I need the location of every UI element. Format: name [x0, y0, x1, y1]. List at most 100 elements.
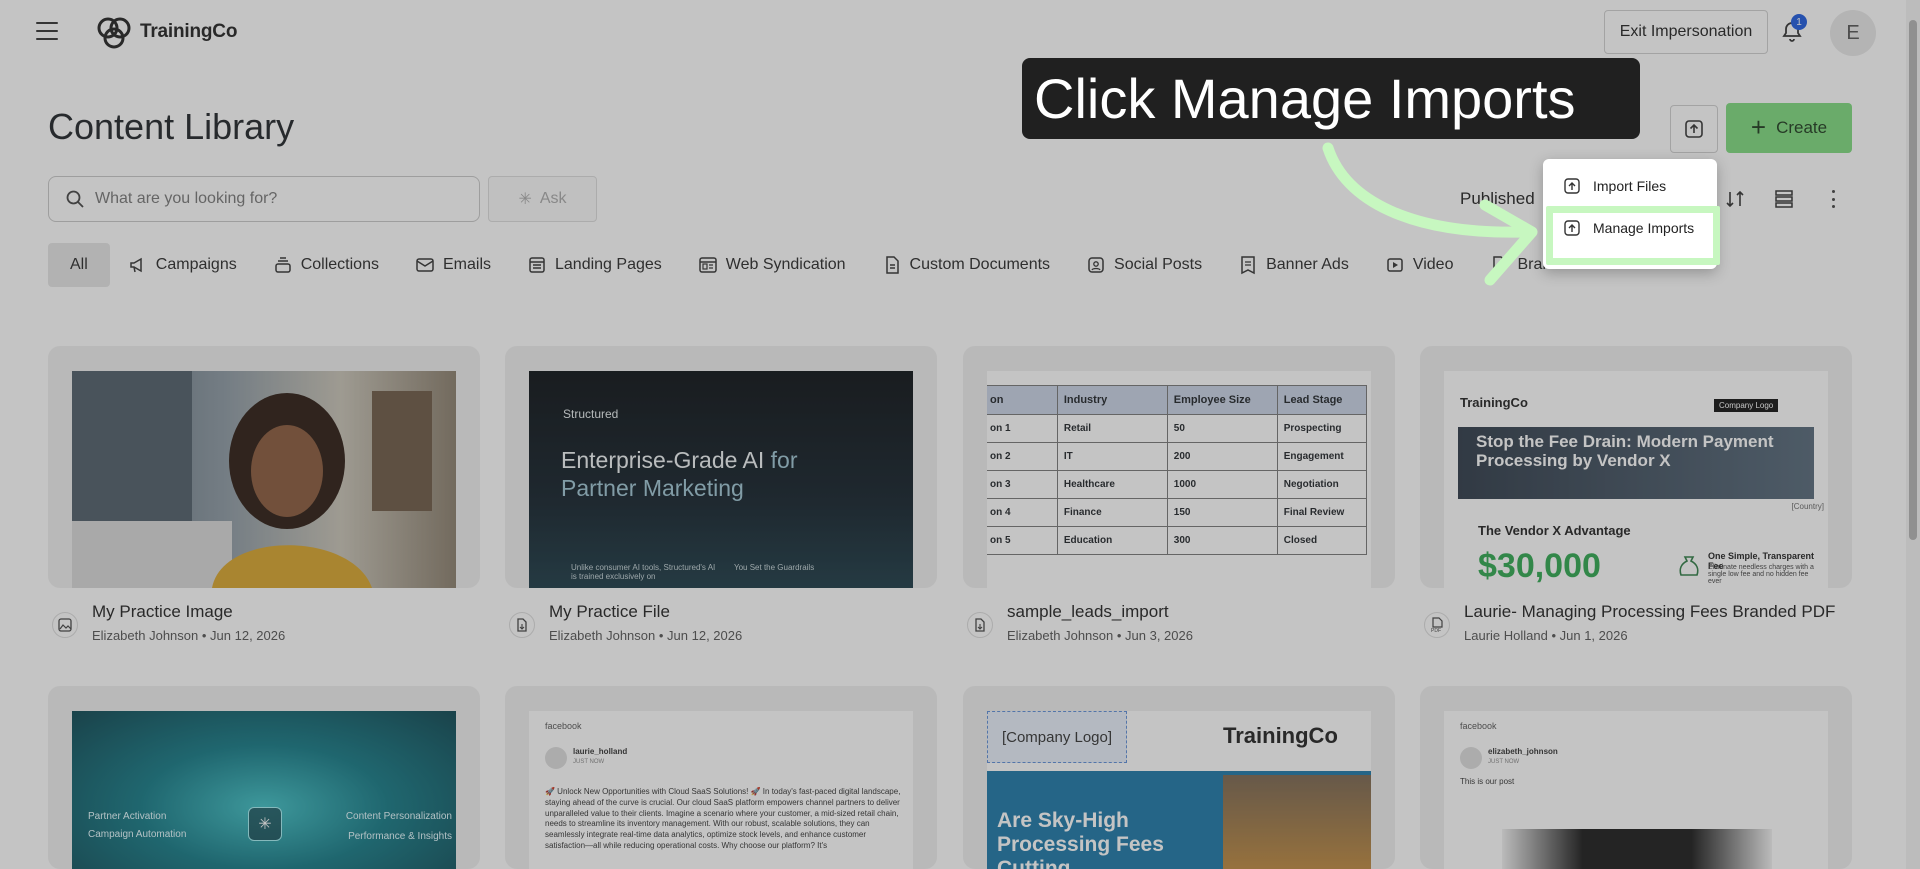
card-subtitle: Elizabeth Johnson • Jun 3, 2026 — [1007, 628, 1193, 643]
tab-label: Collections — [300, 256, 379, 273]
thumb-logo-box: [Company Logo] — [987, 711, 1127, 763]
ask-button[interactable]: ✳ Ask — [488, 176, 597, 222]
content-card[interactable]: facebook laurie_holland JUST NOW 🚀 Unloc… — [505, 686, 937, 869]
avatar — [545, 747, 567, 769]
banner-icon — [1241, 256, 1255, 275]
sparkle-icon: ✳ — [248, 807, 282, 841]
money-bag-icon — [1674, 551, 1704, 581]
brand-logo[interactable]: TrainingCo — [94, 12, 237, 52]
page-title: Content Library — [48, 106, 295, 147]
sort-icon[interactable] — [1724, 188, 1746, 210]
thumb-price: $30,000 — [1478, 547, 1601, 585]
plus-icon: + — [1750, 111, 1767, 142]
search-icon — [66, 190, 84, 208]
table-cell: 150 — [1166, 498, 1278, 527]
table-cell: Retail — [1056, 414, 1168, 443]
search-input[interactable]: What are you looking for? — [48, 176, 480, 222]
table-header-cell: Lead Stage — [1276, 385, 1368, 415]
menu-icon[interactable] — [36, 22, 58, 40]
content-card[interactable]: My Practice Image Elizabeth Johnson • Ju… — [48, 346, 480, 652]
tab-all[interactable]: All — [48, 243, 110, 287]
card-title[interactable]: My Practice Image — [92, 602, 233, 622]
tab-label: Web Syndication — [725, 256, 846, 273]
table-cell: 200 — [1166, 442, 1278, 471]
card-thumbnail: on Industry Employee Size Lead Stage on 1 Re… — [963, 346, 1395, 588]
tab-emails[interactable]: Emails — [397, 243, 509, 287]
exit-impersonation-button[interactable]: Exit Impersonation — [1604, 10, 1768, 54]
brand-name: TrainingCo — [140, 21, 238, 42]
card-subtitle: Elizabeth Johnson • Jun 12, 2026 — [549, 628, 743, 643]
content-card[interactable]: facebook elizabeth_johnson JUST NOW This… — [1420, 686, 1852, 869]
card-thumbnail — [48, 346, 480, 588]
table-cell: on 1 — [987, 414, 1058, 443]
card-title[interactable]: Laurie- Managing Processing Fees Branded… — [1464, 602, 1835, 622]
thumb-when: JUST NOW — [573, 759, 605, 765]
social-icon — [1088, 257, 1104, 273]
tab-label: Campaigns — [155, 256, 237, 273]
table-cell: 50 — [1166, 414, 1278, 443]
tab-label: Landing Pages — [555, 256, 662, 273]
content-card[interactable]: on Industry Employee Size Lead Stage on 1 Re… — [963, 346, 1395, 652]
card-title[interactable]: sample_leads_import — [1007, 602, 1169, 622]
user-avatar[interactable]: E — [1830, 10, 1876, 56]
top-bar: TrainingCo Exit Impersonation 1 E — [0, 0, 1902, 64]
table-cell: on 2 — [987, 442, 1058, 471]
tab-web-syndication[interactable]: Web Syndication — [680, 243, 864, 287]
thumb-text: Campaign Automation — [88, 829, 187, 840]
pdf-type-icon: PDF — [1424, 612, 1450, 638]
tab-social-posts[interactable]: Social Posts — [1068, 243, 1220, 287]
content-card[interactable]: [Company Logo] TrainingCo Are Sky-High P… — [963, 686, 1395, 869]
thumb-brand: Structured — [563, 407, 619, 421]
tab-label: All — [70, 256, 88, 273]
table-cell: Closed — [1276, 526, 1368, 555]
list-view-icon[interactable] — [1773, 188, 1795, 210]
thumb-banner: Stop the Fee Drain: Modern Payment Proce… — [1458, 427, 1814, 499]
table-cell: Final Review — [1276, 498, 1368, 527]
table-cell: Finance — [1056, 498, 1168, 527]
card-thumbnail: facebook elizabeth_johnson JUST NOW This… — [1420, 686, 1852, 869]
create-label: Create — [1776, 118, 1828, 137]
tutorial-callout: Click Manage Imports — [1022, 58, 1640, 139]
table-cell: Healthcare — [1056, 470, 1168, 499]
thumb-advantage: The Vendor X Advantage — [1478, 523, 1631, 538]
thumb-foot-right: You Set the Guardrails — [734, 563, 815, 572]
notification-badge: 1 — [1791, 14, 1807, 30]
table-cell: on 3 — [987, 470, 1058, 499]
image-type-icon — [52, 612, 78, 638]
table-row: on 1 Retail 50 Prospecting — [987, 414, 1368, 443]
svg-text:PDF: PDF — [1431, 628, 1441, 633]
thumb-brand: TrainingCo — [1460, 395, 1528, 410]
thumb-user: elizabeth_johnson — [1488, 747, 1558, 756]
table-cell: 300 — [1166, 526, 1278, 555]
thumb-post-text: 🚀 Unlock New Opportunities with Cloud Sa… — [545, 787, 901, 850]
table-row: on 5 Education 300 Closed — [987, 526, 1368, 555]
page-icon — [529, 257, 545, 273]
card-thumbnail: Partner Activation Campaign Automation C… — [48, 686, 480, 869]
card-thumbnail: TrainingCo Company Logo Stop the Fee Dra… — [1420, 346, 1852, 588]
content-card[interactable]: Partner Activation Campaign Automation C… — [48, 686, 480, 869]
create-button[interactable]: + Create — [1726, 103, 1852, 153]
content-card[interactable]: Structured Enterprise-Grade AI for Partn… — [505, 346, 937, 652]
megaphone-icon — [130, 257, 142, 273]
more-options-icon[interactable] — [1826, 188, 1840, 210]
thumb-text: Content Personalization — [345, 811, 452, 822]
tab-custom-documents[interactable]: Custom Documents — [864, 243, 1069, 287]
table-cell: Negotiation — [1276, 470, 1368, 499]
sparkle-icon: ✳ — [518, 191, 532, 208]
table-header-cell: Industry — [1056, 385, 1168, 415]
tab-collections[interactable]: Collections — [255, 243, 397, 287]
content-card[interactable]: TrainingCo Company Logo Stop the Fee Dra… — [1420, 346, 1852, 652]
thumb-user: laurie_holland — [573, 747, 628, 756]
table-row: on 3 Healthcare 1000 Negotiation — [987, 470, 1368, 499]
card-title[interactable]: My Practice File — [549, 602, 670, 622]
woman-photo-image — [72, 371, 432, 588]
tab-landing-pages[interactable]: Landing Pages — [509, 243, 680, 287]
import-button[interactable] — [1670, 105, 1718, 153]
card-thumbnail: [Company Logo] TrainingCo Are Sky-High P… — [963, 686, 1395, 869]
tab-campaigns[interactable]: Campaigns — [110, 243, 255, 287]
card-subtitle: Elizabeth Johnson • Jun 12, 2026 — [92, 628, 286, 643]
upload-icon — [1685, 120, 1703, 138]
web-icon — [699, 257, 717, 273]
page-scrollbar[interactable] — [1906, 0, 1920, 869]
thumb-when: JUST NOW — [1488, 759, 1520, 765]
